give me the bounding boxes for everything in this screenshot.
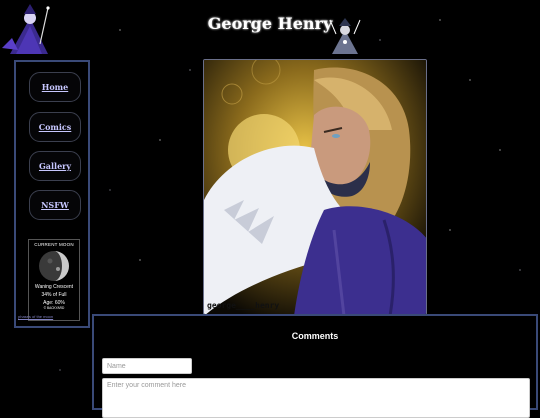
comment-textarea[interactable] [102,378,530,418]
moon-phases-link[interactable]: phases of the moon [18,314,53,319]
comments-section: Comments [92,314,538,418]
moon-icon [39,251,69,281]
moon-percent-full: 34% of Full [41,292,67,298]
moon-widget-heading: CURRENT MOON [34,242,74,247]
sidebar-item-home[interactable]: Home [29,72,81,102]
sidebar-item-comics[interactable]: Comics [29,112,81,142]
name-input[interactable] [102,358,192,374]
sidebar-nav: Home Comics Gallery NSFW CURRENT MOON Wa… [14,60,90,328]
sidebar-item-nsfw[interactable]: NSFW [29,190,81,220]
wizard-logo-right [329,18,361,54]
comments-title: Comments [291,331,339,341]
moon-phase-name: Waning Crescent [34,284,74,290]
artist-signature: george____henry [207,301,280,310]
sidebar-item-gallery[interactable]: Gallery [29,151,81,181]
wizard-logo-left [2,4,50,54]
featured-artwork: george____henry [203,59,427,315]
moon-footnote: © BACKYARD [43,306,65,310]
moon-phase-widget: CURRENT MOON Waning Crescent 34% of Full… [28,239,80,321]
artwork-illustration [204,60,426,314]
